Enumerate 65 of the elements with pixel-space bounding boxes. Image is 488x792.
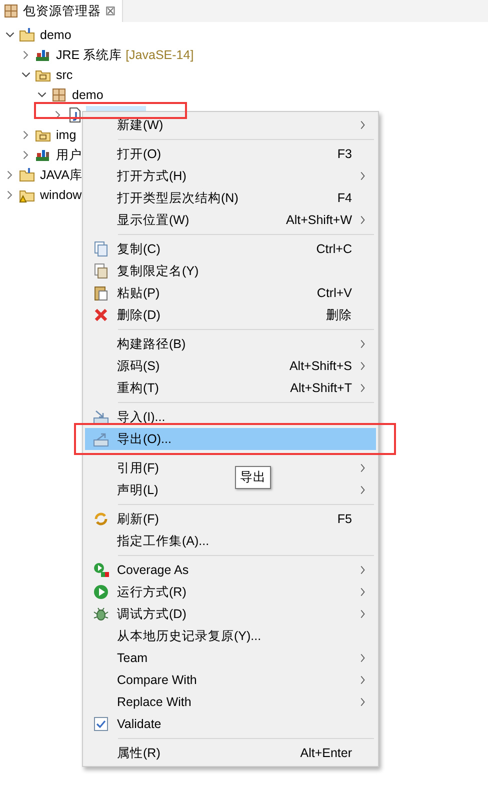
menu-item[interactable]: 显示位置(W)	[117, 212, 190, 227]
copy-icon	[93, 241, 109, 257]
shortcut-label: F3	[337, 146, 352, 163]
folder-icon	[19, 167, 35, 184]
menu-item[interactable]: 刷新(F)	[117, 512, 159, 526]
menu-item[interactable]: 构建路径(B)	[117, 336, 186, 351]
tree-item[interactable]: window	[38, 186, 84, 204]
menu-item[interactable]: 复制限定名(Y)	[117, 264, 199, 278]
paste-icon	[93, 285, 109, 301]
menu-item[interactable]: 属性(R)	[117, 746, 160, 760]
shortcut-label: F5	[337, 510, 352, 528]
refresh-icon	[93, 511, 109, 527]
coverage-icon	[93, 562, 109, 578]
tree-item[interactable]: 用户	[54, 146, 84, 164]
menu-item[interactable]: 导出(O)...	[117, 432, 172, 446]
checkbox-icon	[93, 716, 109, 732]
tooltip: 导出	[235, 466, 271, 489]
shortcut-label: Alt+Enter	[300, 744, 352, 762]
shortcut-label: F4	[337, 190, 352, 207]
menu-item[interactable]: 声明(L)	[117, 482, 158, 497]
run-icon	[93, 584, 109, 600]
menu-item[interactable]: 调试方式(D)	[117, 606, 186, 621]
menu-item[interactable]: 打开(O)	[117, 146, 162, 161]
tree-item[interactable]: demo	[70, 86, 106, 104]
import-icon	[93, 409, 109, 425]
menu-item[interactable]: 引用(F)	[117, 460, 159, 475]
menu-item[interactable]: Validate	[117, 716, 162, 731]
menu-item[interactable]: 源码(S)	[117, 358, 160, 373]
menu-item[interactable]: 打开类型层次结构(N)	[117, 190, 238, 205]
menu-item[interactable]: Compare With	[117, 672, 197, 687]
menu-item[interactable]: 重构(T)	[117, 380, 159, 395]
view-tab[interactable]: 包资源管理器 ⊠	[0, 0, 123, 22]
folder-icon	[19, 27, 35, 44]
close-icon[interactable]: ⊠	[105, 1, 116, 21]
menu-item[interactable]: 粘贴(P)	[117, 286, 160, 300]
tree-item[interactable]: JRE 系统库 [JavaSE-14]	[54, 46, 196, 64]
books-icon	[35, 147, 51, 164]
shortcut-label: Alt+Shift+S	[289, 358, 352, 375]
menu-item[interactable]: 指定工作集(A)...	[117, 534, 210, 548]
menu-item[interactable]: 导入(I)...	[117, 410, 166, 424]
tree-item[interactable]: img	[54, 126, 78, 144]
delete-icon	[93, 307, 109, 323]
menu-item[interactable]: 复制(C)	[117, 242, 160, 256]
copy-icon	[93, 263, 109, 279]
shortcut-label: 删除	[326, 306, 352, 324]
package-icon	[51, 87, 67, 104]
shortcut-label: Alt+Shift+W	[286, 212, 352, 229]
menu-item[interactable]: Coverage As	[117, 562, 189, 577]
package-icon	[3, 3, 19, 19]
tree-item[interactable]: src	[54, 66, 75, 84]
menu-item[interactable]: Team	[117, 650, 148, 665]
export-icon	[93, 431, 109, 447]
books-icon	[35, 47, 51, 64]
tree-item[interactable]: demo	[38, 26, 74, 44]
menu-item[interactable]: 从本地历史记录复原(Y)...	[117, 628, 262, 643]
shortcut-label: Ctrl+C	[316, 240, 352, 258]
menu-item[interactable]: Replace With	[117, 694, 192, 709]
tree-item[interactable]: JAVA库	[38, 166, 84, 184]
bug-icon	[93, 606, 109, 622]
shortcut-label: Ctrl+V	[316, 284, 352, 302]
menu-item[interactable]: 运行方式(R)	[117, 584, 186, 599]
menu-item[interactable]: 新建(W)	[117, 118, 164, 132]
shortcut-label: Alt+Shift+T	[290, 380, 352, 397]
menu-item[interactable]: 打开方式(H)	[117, 168, 186, 183]
menu-item[interactable]: 删除(D)	[117, 308, 160, 322]
